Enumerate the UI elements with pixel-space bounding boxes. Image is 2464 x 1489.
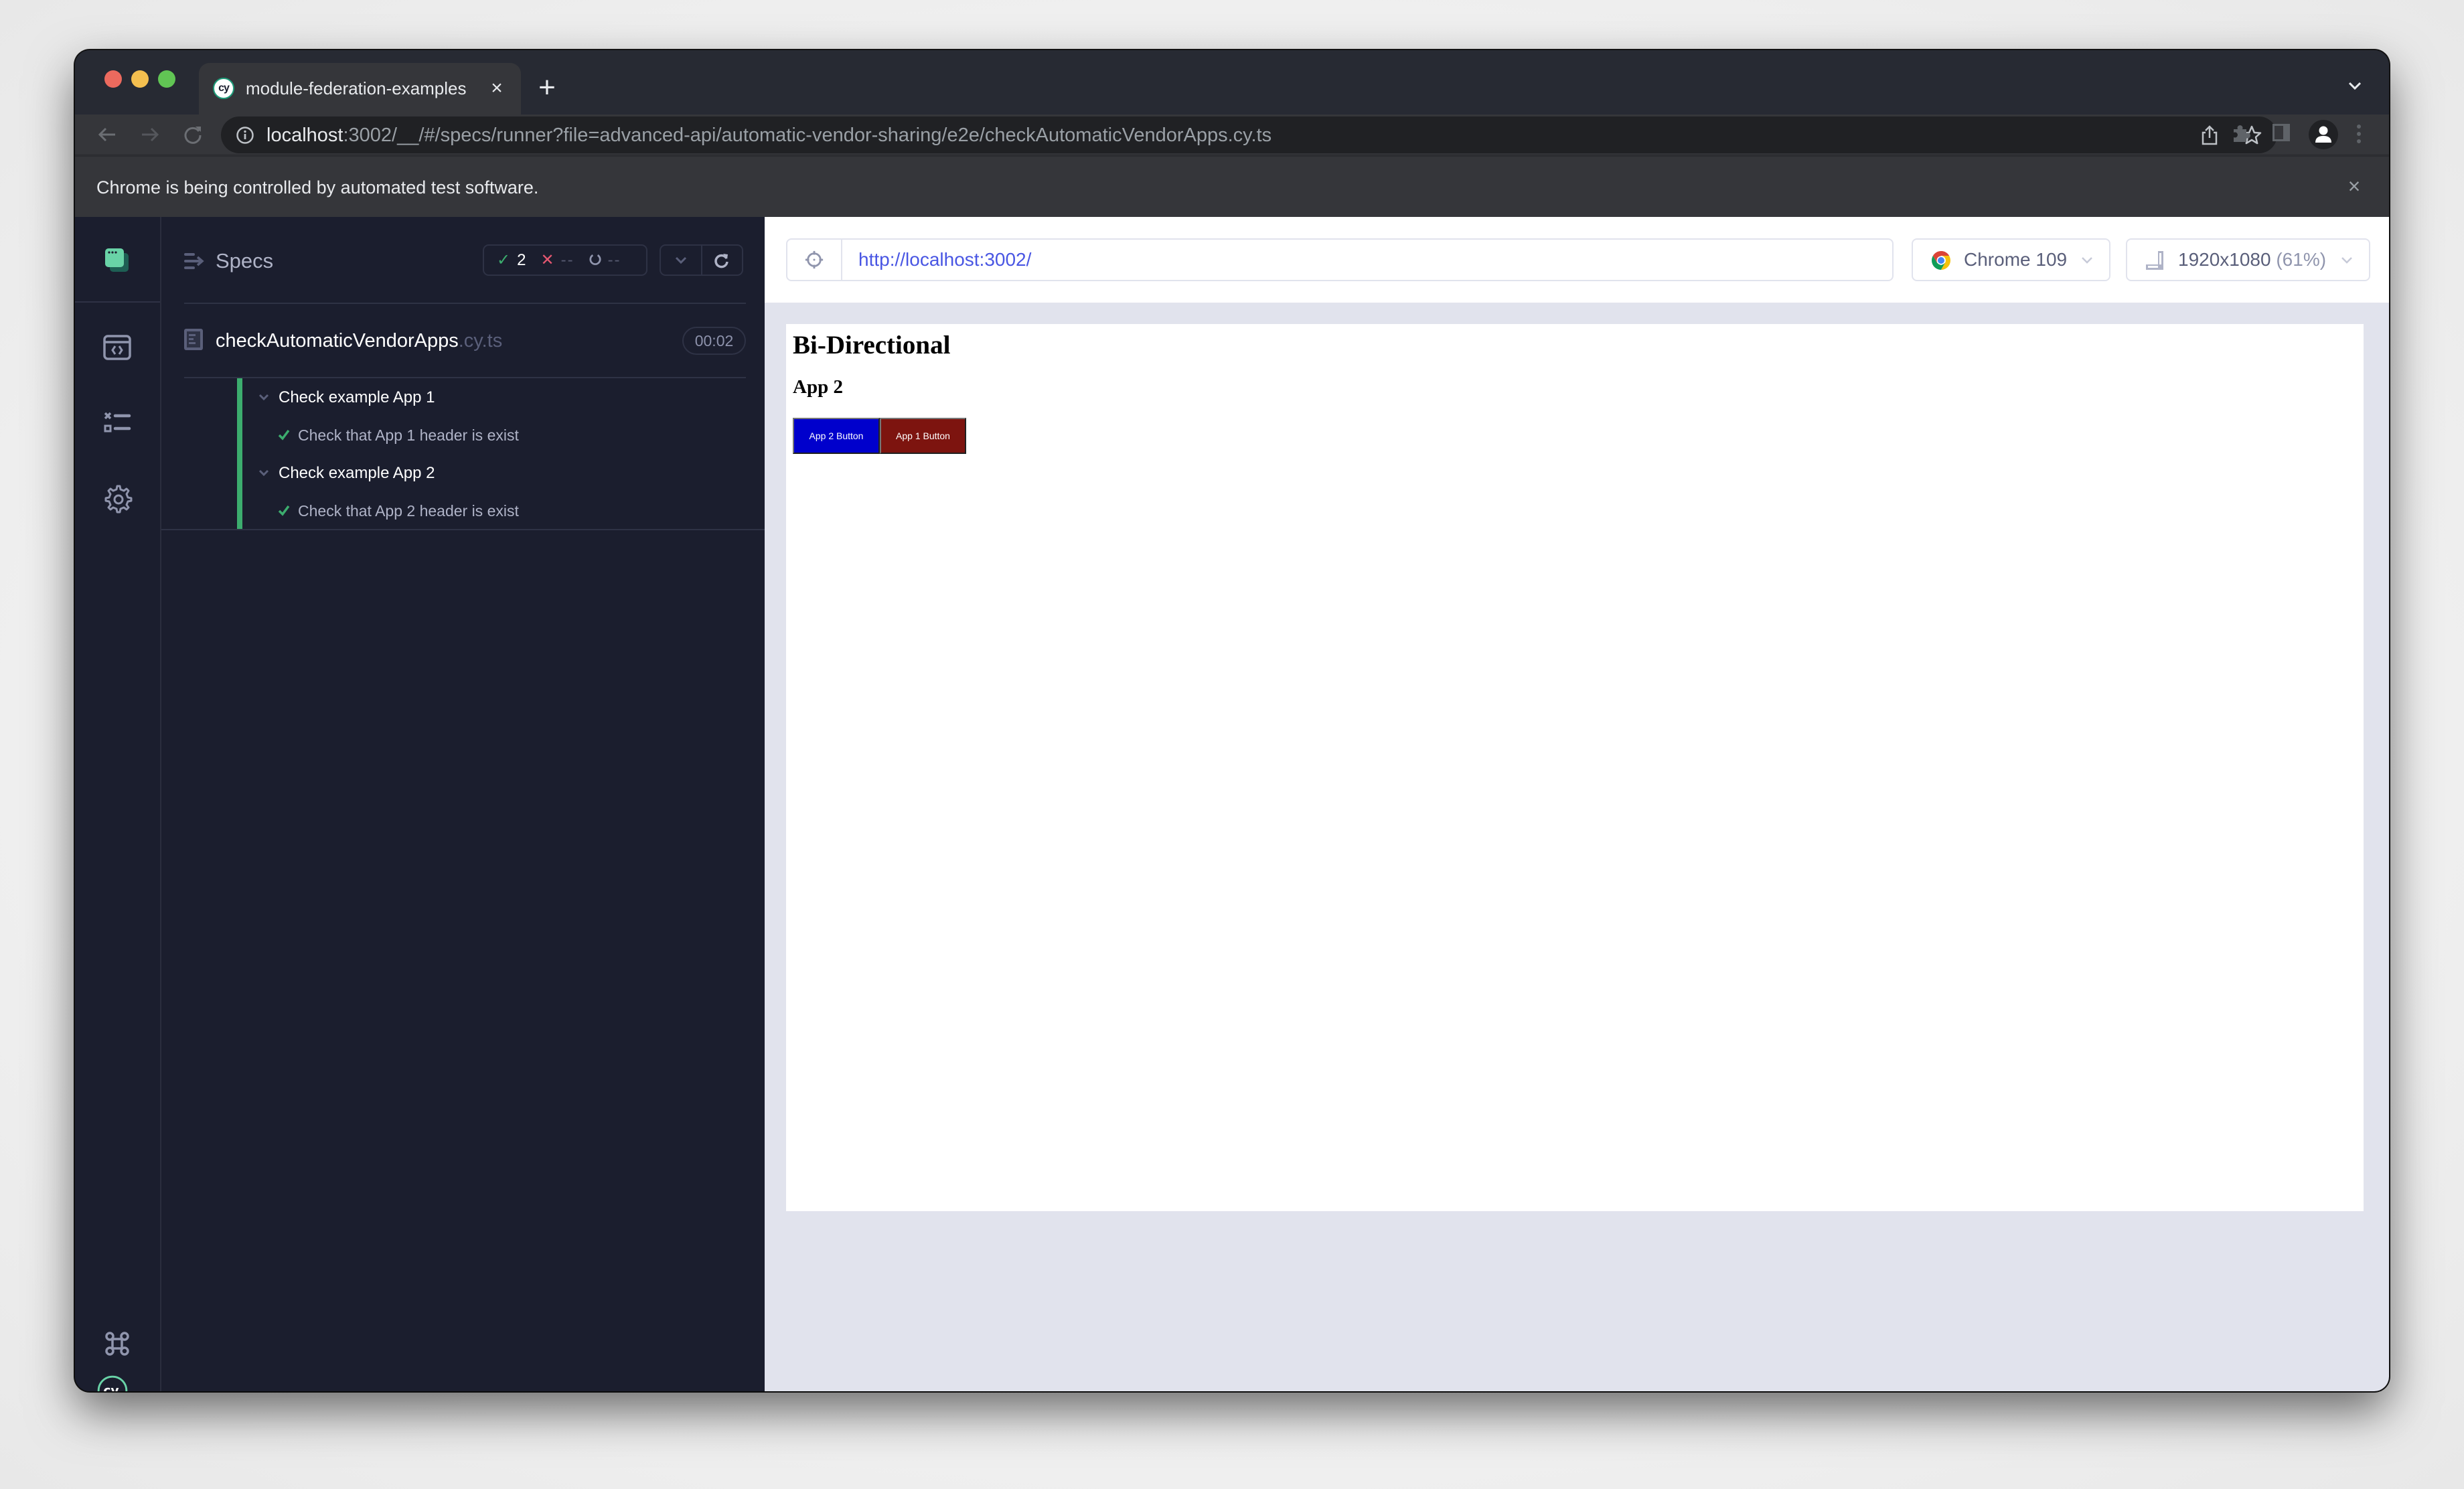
suite-title: Check example App 1 [279, 388, 435, 406]
test-row[interactable]: Check that App 1 header is exist [161, 417, 765, 455]
site-info-icon[interactable] [236, 126, 254, 145]
new-tab-button[interactable]: + [534, 73, 560, 102]
cypress-favicon-icon: cy [213, 78, 234, 99]
suite-row[interactable]: Check example App 1 [161, 380, 765, 417]
cypress-logo[interactable]: cy [97, 1375, 140, 1391]
svg-text:cy: cy [103, 1384, 119, 1391]
runs-nav-icon[interactable] [102, 332, 133, 363]
aut-url-bar: http://localhost:3002/ [786, 238, 1894, 281]
browser-label: Chrome 109 [1964, 249, 2068, 270]
maximize-window-button[interactable] [158, 70, 175, 88]
check-icon: ✓ [497, 251, 511, 269]
viewport-label: 1920x1080 (61%) [2178, 249, 2327, 270]
chevron-down-icon [2081, 256, 2093, 264]
test-stats: ✓ 2 ✕ -- -- [483, 244, 647, 276]
page-heading: Bi-Directional [793, 331, 951, 360]
rerun-icon [714, 253, 728, 268]
tab-search-chevron-icon[interactable] [2346, 77, 2364, 94]
infobar-message: Chrome is being controlled by automated … [96, 177, 539, 198]
test-row[interactable]: Check that App 2 header is exist [161, 493, 765, 530]
chevron-down-icon [675, 256, 686, 264]
sidebar-project-header [75, 217, 160, 303]
automation-infobar: Chrome is being controlled by automated … [75, 155, 2389, 217]
close-window-button[interactable] [104, 70, 122, 88]
aut-iframe: Bi-Directional App 2 App 2 Button App 1 … [786, 324, 2364, 1211]
extensions-puzzle-icon[interactable] [2230, 123, 2251, 144]
reporter-header: Specs ✓ 2 ✕ -- -- [184, 217, 746, 304]
tab-title: module-federation-examples [246, 78, 467, 98]
back-arrow-icon[interactable] [96, 124, 118, 145]
stat-failed: ✕ -- [540, 250, 574, 270]
specs-list-icon[interactable] [184, 252, 204, 270]
address-url: localhost:3002/__/#/specs/runner?file=ad… [266, 125, 1272, 146]
x-icon: ✕ [540, 251, 554, 269]
keyboard-shortcuts-icon[interactable] [102, 1328, 133, 1356]
chevron-down-icon [258, 393, 270, 402]
selector-playground-button[interactable] [787, 240, 842, 280]
aut-header: http://localhost:3002/ Chrome 109 1920x1… [765, 217, 2389, 303]
side-panel-icon[interactable] [2271, 123, 2291, 143]
cypress-app: cy Specs ✓ 2 ✕ -- -- checkAutomaticVendo… [75, 217, 2389, 1391]
tab-strip: cy module-federation-examples × + [75, 50, 2389, 114]
spec-duration: 00:02 [682, 327, 746, 355]
specs-title[interactable]: Specs [216, 249, 273, 273]
stat-passed: ✓ 2 [497, 250, 526, 270]
viewport-selector[interactable]: 1920x1080 (61%) [2126, 238, 2370, 281]
app-2-button[interactable]: App 2 Button [793, 418, 880, 454]
test-title: Check that App 1 header is exist [298, 426, 519, 444]
check-icon [277, 428, 291, 441]
expand-collapse-button[interactable] [661, 246, 701, 275]
reporter-controls [660, 244, 743, 276]
browser-selector[interactable]: Chrome 109 [1912, 238, 2110, 281]
tab-close-icon[interactable]: × [485, 76, 509, 100]
chevron-down-icon [258, 469, 270, 478]
infobar-close-icon[interactable]: × [2342, 174, 2366, 198]
suite-row[interactable]: Check example App 2 [161, 455, 765, 493]
debug-nav-icon[interactable] [102, 408, 133, 439]
forward-arrow-icon[interactable] [139, 124, 161, 145]
crosshair-icon [805, 250, 824, 269]
share-icon[interactable] [2200, 125, 2220, 146]
stat-pending: -- [589, 251, 621, 270]
browser-tab[interactable]: cy module-federation-examples × [199, 63, 521, 114]
chrome-logo-icon [1930, 250, 1952, 271]
reporter-panel: Specs ✓ 2 ✕ -- -- checkAutomaticVendorAp… [161, 217, 765, 1391]
sidebar-nav: cy [75, 217, 161, 1391]
chrome-window: cy module-federation-examples × + localh… [75, 50, 2389, 1391]
rerun-button[interactable] [700, 246, 743, 275]
runnables-list: Check example App 1 Check that App 1 hea… [161, 378, 765, 530]
page-button-group: App 2 Button App 1 Button [793, 418, 966, 454]
ruler-icon [2145, 250, 2166, 271]
reload-icon[interactable] [182, 124, 204, 145]
chevron-down-icon [2341, 256, 2353, 264]
minimize-window-button[interactable] [131, 70, 149, 88]
app-1-button[interactable]: App 1 Button [880, 418, 966, 454]
document-icon [184, 329, 203, 350]
suite-title: Check example App 2 [279, 464, 435, 482]
check-icon [277, 503, 291, 517]
app-under-test-panel: http://localhost:3002/ Chrome 109 1920x1… [765, 217, 2389, 1391]
spec-file-name: checkAutomaticVendorApps.cy.ts [216, 330, 503, 351]
spec-file-row: checkAutomaticVendorApps.cy.ts 00:02 [184, 304, 746, 378]
pending-circle-icon [589, 251, 601, 270]
page-subheading: App 2 [793, 376, 843, 398]
aut-url[interactable]: http://localhost:3002/ [858, 249, 1031, 270]
browser-toolbar: localhost:3002/__/#/specs/runner?file=ad… [75, 114, 2389, 155]
specs-nav-icon[interactable] [102, 245, 133, 276]
address-bar[interactable]: localhost:3002/__/#/specs/runner?file=ad… [221, 116, 2277, 153]
profile-avatar-icon[interactable] [2309, 120, 2338, 149]
chrome-menu-kebab-icon[interactable] [2354, 123, 2364, 147]
settings-nav-icon[interactable] [102, 483, 133, 514]
test-title: Check that App 2 header is exist [298, 502, 519, 520]
